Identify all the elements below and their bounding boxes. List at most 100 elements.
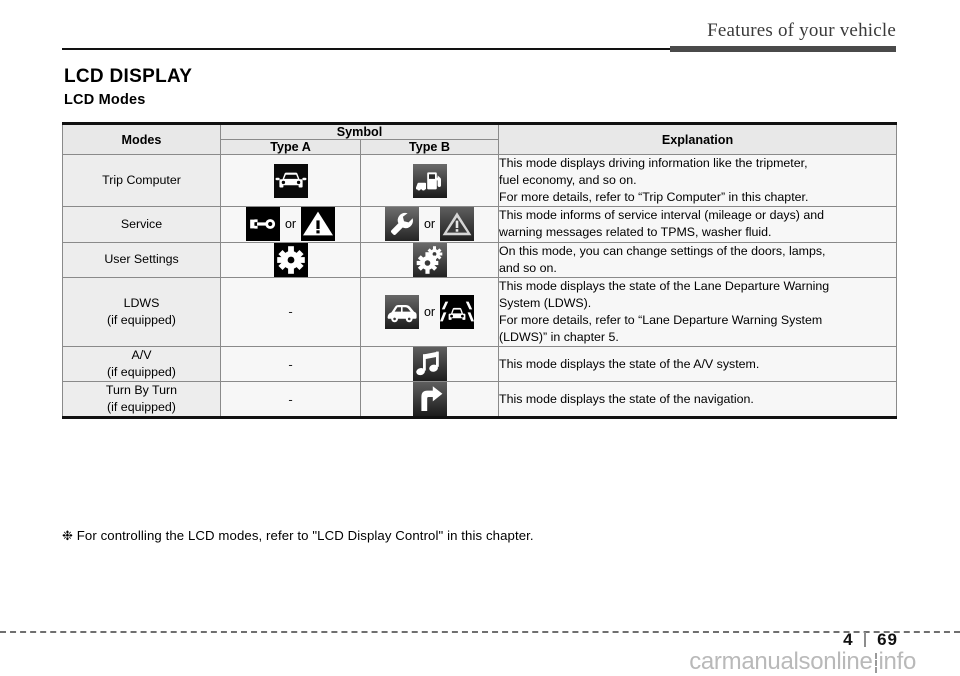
table-row: Trip Computer This mode displays driving… [62,153,897,208]
warning-triangle-icon [301,207,336,242]
th-symbol: Symbol [220,122,499,140]
footnote-marker-icon: ❉ [62,528,73,543]
symbol-group-b [361,347,498,382]
mode-label: Turn By Turn [105,383,178,398]
symbol-group-b [361,382,498,417]
mode-label: User Settings [104,252,179,267]
table-row: Service or or This mode informs of servi… [62,206,897,243]
explanation-line: System (LDWS). [499,295,592,310]
lcd-modes-table: Modes Symbol Explanation Type A Type B T… [62,122,897,420]
no-symbol-dash: - [288,304,293,320]
explanation-line: and so on. [499,260,557,275]
mode-sublabel: (if equipped) [107,312,176,327]
music-note-icon [412,347,447,382]
watermark-divider [874,653,877,673]
explanation-line: This mode displays driving information l… [499,156,808,170]
footnote-text: For controlling the LCD modes, refer to … [76,528,534,543]
fuel-pump-car-icon [412,163,447,198]
symbol-group-b: or [361,207,498,242]
lcd-modes-table-wrap: Modes Symbol Explanation Type A Type B T… [62,122,897,420]
page-title: LCD DISPLAY [64,66,193,87]
type-a-cell: - [220,346,361,383]
car-front-icon [273,163,308,198]
page-header: Features of your vehicle [0,20,960,64]
watermark-right: info [878,648,917,675]
table-body: Trip Computer This mode displays driving… [62,153,897,420]
table-row: LDWS (if equipped) - or This mode displa… [62,276,897,348]
symbol-group-b [361,242,498,277]
gear-icon [273,242,308,277]
table-row: User Settings On this mode, you can chan… [62,241,897,278]
footnote: ❉ For controlling the LCD modes, refer t… [62,528,534,544]
symbol-group-a: or [221,207,360,242]
turn-right-arrow-icon [412,382,447,417]
type-b-cell: or [360,206,499,243]
mode-cell: Turn By Turn (if equipped) [62,381,221,420]
symbol-group-a [221,163,360,198]
table-row: A/V (if equipped) - This mode displays t… [62,346,897,383]
mode-cell: A/V (if equipped) [62,346,221,383]
table-row: Turn By Turn (if equipped) - This mode d… [62,381,897,420]
wrench-icon [384,207,419,242]
explanation-line: This mode displays the state of the Lane… [499,278,830,293]
explanation-cell: This mode informs of service interval (m… [498,206,897,243]
section-title: LCD Modes [64,92,146,108]
type-a-cell: or [220,206,361,243]
manual-page: Features of your vehicle LCD DISPLAY LCD… [0,0,960,676]
chapter-title: Features of your vehicle [707,20,896,41]
explanation-cell: This mode displays the state of the Lane… [498,276,897,348]
explanation-line: This mode displays the state of the navi… [499,391,754,406]
explanation-cell: This mode displays the state of the navi… [498,381,897,420]
symbol-group-b [361,163,498,198]
page-number: 69 [877,630,898,649]
type-b-cell [360,153,499,208]
th-type-b: Type B [360,139,499,155]
th-modes: Modes [62,122,221,155]
watermark-left: carmanualsonline [689,648,873,675]
table-header-row-1: Modes Symbol Explanation [62,122,897,155]
mode-sublabel: (if equipped) [107,400,176,415]
type-b-cell [360,381,499,420]
double-gear-icon [412,242,447,277]
type-a-cell: - [220,276,361,348]
page-number-separator [864,632,867,647]
or-label: or [423,304,436,319]
explanation-line: fuel economy, and so on. [499,173,637,188]
explanation-line: On this mode, you can change settings of… [499,243,826,258]
explanation-cell: This mode displays the state of the A/V … [498,346,897,383]
mode-cell: User Settings [62,241,221,278]
explanation-line: warning messages related to TPMS, washer… [499,225,772,240]
type-a-cell: - [220,381,361,420]
lane-departure-icon [440,294,475,329]
symbol-group-b: or [361,294,498,329]
or-label: or [284,217,297,232]
warning-triangle-gray-icon [440,207,475,242]
site-watermark: carmanualsonline info [689,648,916,676]
mode-cell: Service [62,206,221,243]
page-number-block: 4 69 [843,630,898,650]
symbol-group-a [221,242,360,277]
mode-label: Service [120,217,163,232]
no-symbol-dash: - [288,391,293,407]
mode-cell: Trip Computer [62,153,221,208]
wrench-flat-icon [245,207,280,242]
mode-label: A/V [131,348,152,363]
explanation-cell: On this mode, you can change settings of… [498,241,897,278]
explanation-line: This mode displays the state of the A/V … [499,356,760,371]
type-b-cell [360,241,499,278]
car-side-icon [384,294,419,329]
type-b-cell: or [360,276,499,348]
explanation-line: (LDWS)” in chapter 5. [499,330,619,345]
footer-divider [0,631,960,633]
explanation-line: For more details, refer to “Lane Departu… [499,312,823,327]
header-rule-thin [62,48,670,50]
chapter-number: 4 [843,630,854,649]
explanation-line: For more details, refer to “Trip Compute… [499,190,809,205]
th-explanation: Explanation [498,122,897,155]
th-type-a: Type A [220,139,361,155]
mode-label: LDWS [123,296,160,311]
or-label: or [423,217,436,232]
explanation-line: This mode informs of service interval (m… [499,208,825,223]
explanation-cell: This mode displays driving information l… [498,153,897,208]
type-a-cell [220,241,361,278]
